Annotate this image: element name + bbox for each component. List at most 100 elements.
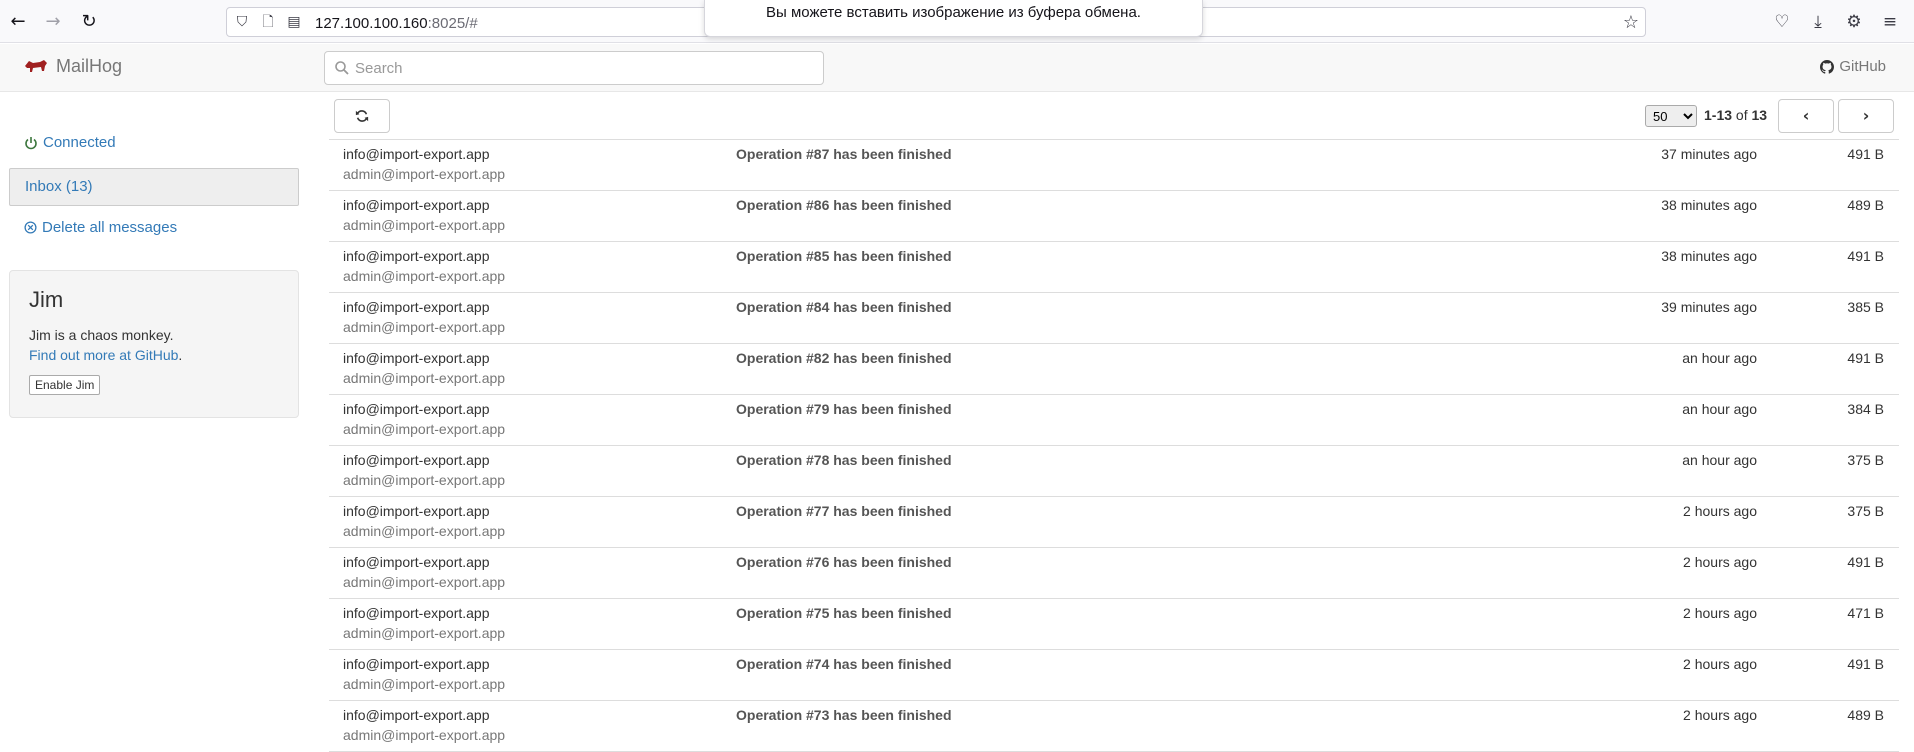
github-icon xyxy=(1820,59,1835,74)
message-subject: Operation #78 has been finished xyxy=(736,452,952,468)
message-to: admin@import-export.app xyxy=(343,370,506,386)
message-size: 375 B xyxy=(1847,503,1884,519)
message-from: info@import-export.app xyxy=(343,350,490,366)
message-subject: Operation #85 has been finished xyxy=(736,248,952,264)
message-subject: Operation #77 has been finished xyxy=(736,503,952,519)
message-from: info@import-export.app xyxy=(343,605,490,621)
bookmark-star-icon[interactable]: ☆ xyxy=(1623,12,1639,33)
message-subject: Operation #79 has been finished xyxy=(736,401,952,417)
jim-title: Jim xyxy=(29,287,64,312)
message-to: admin@import-export.app xyxy=(343,574,506,590)
next-page-button[interactable]: › xyxy=(1838,99,1894,133)
refresh-icon xyxy=(355,110,369,122)
message-to: admin@import-export.app xyxy=(343,676,506,692)
message-row[interactable]: info@import-export.app admin@import-expor… xyxy=(329,548,1899,599)
connection-status: Connected xyxy=(24,134,116,151)
message-row[interactable]: info@import-export.app admin@import-expor… xyxy=(329,191,1899,242)
message-time: 2 hours ago xyxy=(1683,503,1757,519)
message-row[interactable]: info@import-export.app admin@import-expor… xyxy=(329,650,1899,701)
message-to: admin@import-export.app xyxy=(343,217,506,233)
github-link[interactable]: GitHub xyxy=(1820,58,1886,75)
message-subject: Operation #84 has been finished xyxy=(736,299,952,315)
message-from: info@import-export.app xyxy=(343,656,490,672)
message-row[interactable]: info@import-export.app admin@import-expor… xyxy=(329,395,1899,446)
downloads-icon[interactable]: ⤓ xyxy=(1806,10,1830,34)
connected-label: Connected xyxy=(43,134,116,151)
search-input[interactable] xyxy=(355,52,815,84)
refresh-button[interactable] xyxy=(334,99,390,133)
reload-icon[interactable]: ↻ xyxy=(77,10,101,34)
message-row[interactable]: info@import-export.app admin@import-expor… xyxy=(329,497,1899,548)
message-time: 2 hours ago xyxy=(1683,707,1757,723)
message-size: 385 B xyxy=(1847,299,1884,315)
message-to: admin@import-export.app xyxy=(343,523,506,539)
message-row[interactable]: info@import-export.app admin@import-expor… xyxy=(329,446,1899,497)
delete-all-label: Delete all messages xyxy=(42,219,178,236)
message-row[interactable]: info@import-export.app admin@import-expor… xyxy=(329,242,1899,293)
delete-all-link[interactable]: Delete all messages xyxy=(24,219,177,236)
message-time: an hour ago xyxy=(1682,350,1757,366)
message-from: info@import-export.app xyxy=(343,452,490,468)
chevron-right-icon: › xyxy=(1862,106,1870,125)
message-size: 384 B xyxy=(1847,401,1884,417)
message-subject: Operation #74 has been finished xyxy=(736,656,952,672)
extensions-icon[interactable]: ⚙ xyxy=(1842,10,1866,34)
search-box[interactable] xyxy=(324,51,824,85)
message-from: info@import-export.app xyxy=(343,197,490,213)
message-size: 491 B xyxy=(1847,248,1884,264)
sidebar-item-inbox[interactable]: Inbox (13) xyxy=(9,168,299,206)
page-icon[interactable]: 🗋 xyxy=(259,13,277,31)
page-size-select[interactable]: 50 xyxy=(1645,105,1697,127)
message-to: admin@import-export.app xyxy=(343,319,506,335)
message-time: an hour ago xyxy=(1682,401,1757,417)
message-subject: Operation #73 has been finished xyxy=(736,707,952,723)
message-size: 491 B xyxy=(1847,554,1884,570)
github-label: GitHub xyxy=(1839,58,1886,75)
message-list: info@import-export.app admin@import-expor… xyxy=(329,139,1899,752)
message-subject: Operation #87 has been finished xyxy=(736,146,952,162)
delete-circle-icon xyxy=(24,221,37,234)
message-time: 39 minutes ago xyxy=(1661,299,1757,315)
jim-description: Jim is a chaos monkey. xyxy=(29,327,174,343)
message-from: info@import-export.app xyxy=(343,707,490,723)
message-from: info@import-export.app xyxy=(343,503,490,519)
message-row[interactable]: info@import-export.app admin@import-expor… xyxy=(329,293,1899,344)
message-size: 491 B xyxy=(1847,350,1884,366)
message-row[interactable]: info@import-export.app admin@import-expor… xyxy=(329,140,1899,191)
mailhog-logo-icon xyxy=(25,59,47,72)
message-row[interactable]: info@import-export.app admin@import-expor… xyxy=(329,344,1899,395)
message-to: admin@import-export.app xyxy=(343,268,506,284)
pocket-icon[interactable]: ♡ xyxy=(1770,10,1794,34)
brand-name: MailHog xyxy=(56,56,123,76)
search-icon xyxy=(335,61,349,75)
message-subject: Operation #76 has been finished xyxy=(736,554,952,570)
message-size: 489 B xyxy=(1847,707,1884,723)
prev-page-button[interactable]: ‹ xyxy=(1778,99,1834,133)
message-from: info@import-export.app xyxy=(343,146,490,162)
message-size: 489 B xyxy=(1847,197,1884,213)
message-to: admin@import-export.app xyxy=(343,421,506,437)
jim-github-link[interactable]: Find out more at GitHub xyxy=(29,347,178,363)
url-text[interactable]: 127.100.100.160:8025/# xyxy=(315,15,478,32)
message-subject: Operation #75 has been finished xyxy=(736,605,952,621)
message-time: 38 minutes ago xyxy=(1661,197,1757,213)
shield-icon[interactable]: ⛉ xyxy=(233,13,251,31)
menu-icon[interactable]: ≡ xyxy=(1878,10,1902,34)
message-size: 491 B xyxy=(1847,656,1884,672)
message-row[interactable]: info@import-export.app admin@import-expor… xyxy=(329,701,1899,752)
app-navbar: MailHog GitHub xyxy=(0,44,1914,92)
message-from: info@import-export.app xyxy=(343,299,490,315)
message-time: 37 minutes ago xyxy=(1661,146,1757,162)
message-row[interactable]: info@import-export.app admin@import-expor… xyxy=(329,599,1899,650)
back-icon[interactable]: ← xyxy=(6,10,30,34)
message-time: 38 minutes ago xyxy=(1661,248,1757,264)
enable-jim-button[interactable]: Enable Jim xyxy=(29,375,101,395)
message-from: info@import-export.app xyxy=(343,401,490,417)
message-from: info@import-export.app xyxy=(343,554,490,570)
forward-icon[interactable]: → xyxy=(41,10,65,34)
permissions-icon[interactable]: ▤ xyxy=(285,13,303,31)
message-to: admin@import-export.app xyxy=(343,727,506,743)
jim-link-line: Find out more at GitHub. xyxy=(29,347,183,363)
brand-link[interactable]: MailHog xyxy=(24,56,122,77)
message-size: 491 B xyxy=(1847,146,1884,162)
